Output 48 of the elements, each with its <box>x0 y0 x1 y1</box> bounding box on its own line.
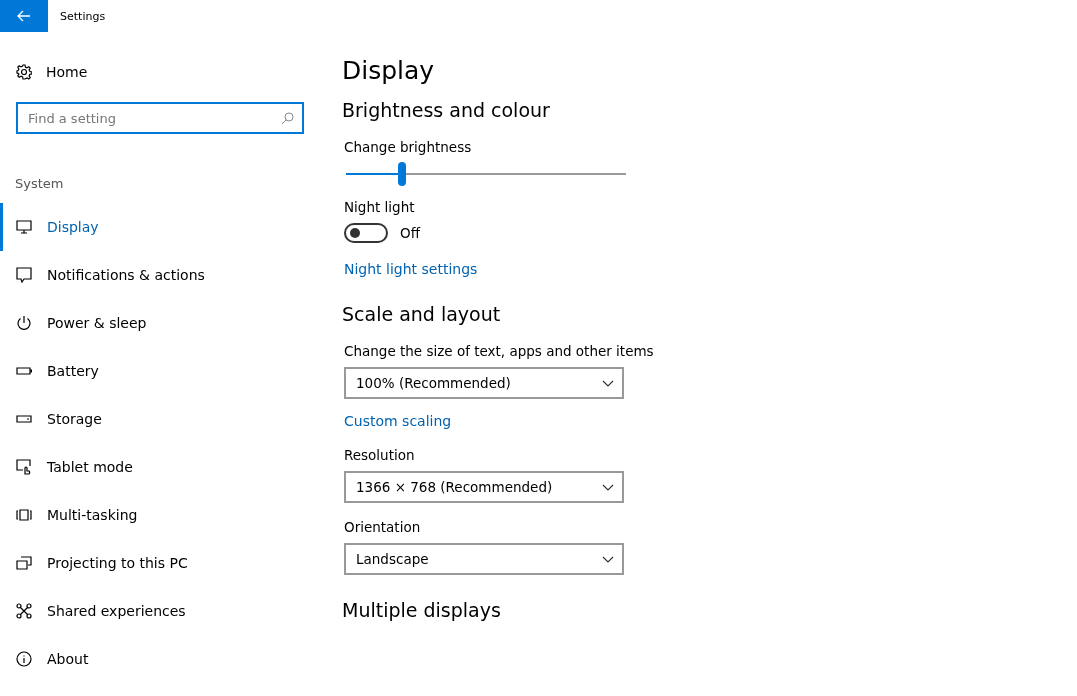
nav-item[interactable]: Storage <box>0 395 320 443</box>
nav-item[interactable]: Projecting to this PC <box>0 539 320 587</box>
slider-thumb[interactable] <box>398 162 406 186</box>
chevron-down-icon <box>602 379 614 387</box>
nav-item[interactable]: About <box>0 635 320 683</box>
group-heading: System <box>15 176 64 191</box>
info-icon <box>16 651 32 667</box>
control-label: Resolution <box>344 447 415 463</box>
nav-item[interactable]: Display <box>0 203 320 251</box>
nav-item[interactable]: Power & sleep <box>0 299 320 347</box>
dropdown[interactable]: Landscape <box>344 543 624 575</box>
tablet-touch-icon <box>16 459 32 475</box>
nav-item[interactable]: Battery <box>0 347 320 395</box>
control-label: Night light <box>344 199 415 215</box>
chevron-down-icon <box>602 483 614 491</box>
nav-item[interactable]: Multi-tasking <box>0 491 320 539</box>
search-field[interactable]: Find a setting <box>16 102 304 134</box>
section-heading: Multiple displays <box>342 599 501 621</box>
settings-icon <box>16 64 32 80</box>
screens-icon <box>16 556 32 570</box>
toggle-state: Off <box>400 225 420 241</box>
control-label: Orientation <box>344 519 421 535</box>
settings-link[interactable]: Custom scaling <box>344 413 452 429</box>
dropdown[interactable]: 1366 × 768 (Recommended) <box>344 471 624 503</box>
battery-icon <box>16 367 32 375</box>
nav-item[interactable]: Notifications & actions <box>0 251 320 299</box>
control-label: Change the size of text, apps and other items <box>344 343 654 359</box>
dropdown[interactable]: 100% (Recommended) <box>344 367 624 399</box>
storage-drive-icon <box>16 415 32 423</box>
power-icon <box>16 315 32 331</box>
monitor-icon <box>16 220 32 234</box>
control-label: Change brightness <box>344 139 472 155</box>
back-button[interactable] <box>0 0 48 32</box>
toggle-switch[interactable] <box>344 223 388 243</box>
section-heading: Scale and layout <box>342 303 501 325</box>
speech-bubble-icon <box>16 267 32 283</box>
window-title: Settings <box>60 9 106 23</box>
home-link[interactable]: Home <box>46 64 88 80</box>
section-heading: Brightness and colour <box>342 99 550 121</box>
nav-item[interactable]: Shared experiences <box>0 587 320 635</box>
back-arrow-icon <box>17 10 31 22</box>
connected-nodes-icon <box>16 603 32 619</box>
nav-item[interactable]: Tablet mode <box>0 443 320 491</box>
search-icon <box>281 112 294 125</box>
chevron-down-icon <box>602 555 614 563</box>
windows-stack-icon <box>16 509 32 521</box>
page-title: Display <box>342 56 435 85</box>
settings-link[interactable]: Night light settings <box>344 261 478 277</box>
